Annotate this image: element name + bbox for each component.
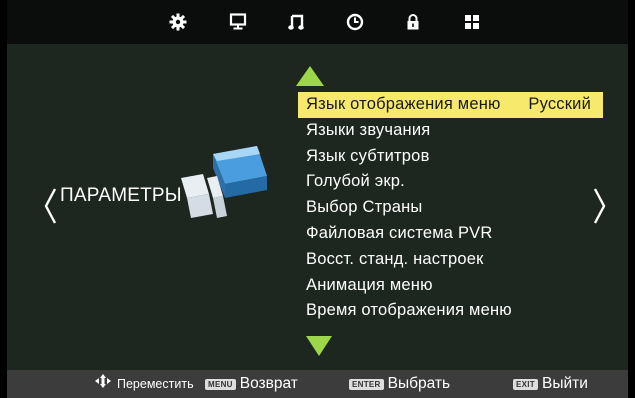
settings-menu: Язык отображения меню Русский Языки звуч… (298, 92, 603, 324)
menu-item-blue-screen[interactable]: Голубой экр. (298, 169, 603, 195)
menu-item-label: Голубой экр. (306, 172, 405, 191)
exit-key-badge: EXIT (513, 378, 538, 390)
menu-item-value: Русский (528, 95, 591, 113)
grid-icon[interactable] (462, 12, 482, 32)
lock-icon[interactable] (403, 12, 423, 32)
move-hint: Переместить (95, 370, 194, 398)
move-hint-label: Переместить (117, 377, 194, 391)
category-bar (7, 0, 628, 44)
chevron-right-icon[interactable] (590, 184, 610, 228)
exit-hint: EXIT Выйти (513, 370, 588, 398)
menu-item-country[interactable]: Выбор Страны (298, 195, 603, 221)
clock-icon[interactable] (345, 12, 365, 32)
menu-item-subtitle-language[interactable]: Язык субтитров (298, 144, 603, 170)
move-arrows-icon (95, 370, 111, 398)
section-title: ПАРАМЕТРЫ (60, 185, 182, 206)
chevron-left-icon[interactable] (40, 184, 60, 228)
menu-key-badge: MENU (205, 378, 236, 390)
footer-hint-bar: Переместить MENU Возврат ENTER Выбрать E… (7, 370, 628, 398)
menu-item-label: Языки звучания (306, 120, 431, 139)
back-hint-label: Возврат (239, 375, 298, 392)
menu-item-label: Язык субтитров (306, 146, 430, 165)
menu-item-menu-language[interactable]: Язык отображения меню Русский (298, 92, 603, 118)
scroll-down-arrow-icon[interactable] (306, 336, 332, 356)
select-hint: ENTER Выбрать (349, 370, 450, 398)
menu-item-label: Выбор Страны (306, 198, 423, 217)
menu-item-menu-timeout[interactable]: Время отображения меню (298, 298, 603, 324)
exit-hint-label: Выйти (541, 375, 588, 392)
gear-icon[interactable] (168, 12, 188, 32)
music-note-icon[interactable] (286, 12, 306, 32)
menu-item-label: Анимация меню (306, 275, 433, 294)
scroll-up-arrow-icon[interactable] (296, 66, 324, 86)
menu-item-menu-animation[interactable]: Анимация меню (298, 273, 603, 299)
menu-item-audio-languages[interactable]: Языки звучания (298, 118, 603, 144)
tv-menu-screen: ПАРАМЕТРЫ Язык отображения меню Русский … (7, 0, 628, 398)
menu-item-label: Время отображения меню (306, 301, 512, 320)
select-hint-label: Выбрать (387, 375, 451, 392)
menu-item-label: Язык отображения меню (306, 95, 501, 113)
menu-item-label: Файловая система PVR (306, 223, 493, 242)
menu-item-label: Восст. станд. настроек (306, 249, 484, 268)
menu-item-pvr-file-system[interactable]: Файловая система PVR (298, 221, 603, 247)
enter-key-badge: ENTER (349, 378, 384, 390)
settings-logo (181, 146, 267, 218)
monitor-icon[interactable] (228, 12, 248, 32)
back-hint: MENU Возврат (205, 370, 298, 398)
menu-item-restore-defaults[interactable]: Восст. станд. настроек (298, 247, 603, 273)
